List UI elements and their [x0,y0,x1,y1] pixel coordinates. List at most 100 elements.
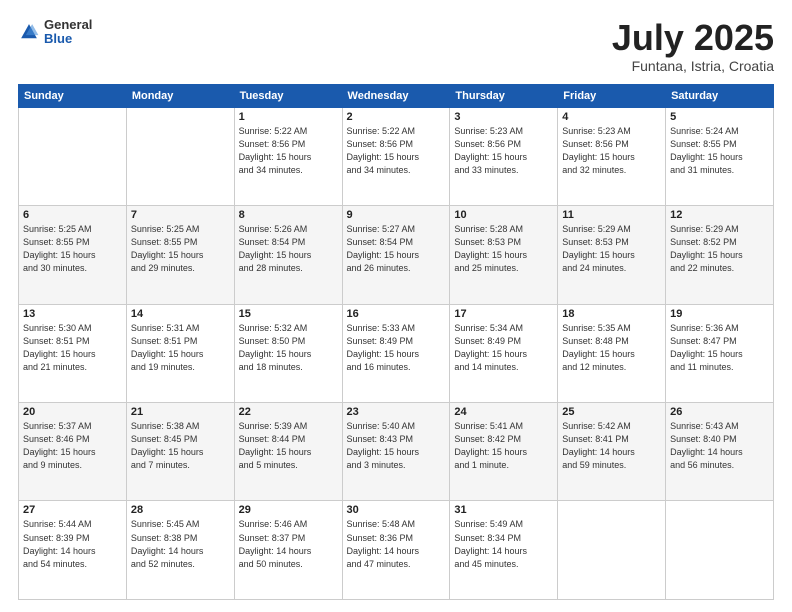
day-number: 14 [131,308,230,320]
col-sunday: Sunday [19,84,127,107]
day-info: Sunrise: 5:40 AMSunset: 8:43 PMDaylight:… [347,420,446,472]
day-number: 17 [454,308,553,320]
day-number: 23 [347,406,446,418]
calendar-cell: 25Sunrise: 5:42 AMSunset: 8:41 PMDayligh… [558,403,666,501]
day-number: 16 [347,308,446,320]
calendar-cell: 6 Sunrise: 5:25 AMSunset: 8:55 PMDaylight… [19,206,127,304]
header: General Blue July 2025 Funtana, Istria, … [18,18,774,74]
day-number: 18 [562,308,661,320]
calendar-cell: 23 Sunrise: 5:40 AMSunset: 8:43 PMDayligh… [342,403,450,501]
day-number: 11 [562,209,661,221]
col-thursday: Thursday [450,84,558,107]
day-number: 21 [131,406,230,418]
calendar-week-row: 20 Sunrise: 5:37 AMSunset: 8:46 PMDayligh… [19,403,774,501]
day-number: 12 [670,209,769,221]
calendar-cell: 16 Sunrise: 5:33 AMSunset: 8:49 PMDayligh… [342,304,450,402]
day-number: 6 [23,209,122,221]
day-info: Sunrise: 5:49 AMSunset: 8:34 PMDaylight:… [454,518,553,570]
day-info: Sunrise: 5:48 AMSunset: 8:36 PMDaylight:… [347,518,446,570]
day-info: Sunrise: 5:33 AMSunset: 8:49 PMDaylight:… [347,322,446,374]
day-info: Sunrise: 5:30 AMSunset: 8:51 PMDaylight:… [23,322,122,374]
day-info: Sunrise: 5:25 AMSunset: 8:55 PMDaylight:… [23,223,122,275]
calendar-week-row: 1Sunrise: 5:22 AMSunset: 8:56 PMDaylight… [19,107,774,205]
day-info: Sunrise: 5:36 AMSunset: 8:47 PMDaylight:… [670,322,769,374]
day-number: 24 [454,406,553,418]
calendar-cell: 2 Sunrise: 5:22 AMSunset: 8:56 PMDaylight… [342,107,450,205]
day-number: 5 [670,111,769,123]
logo-text: General Blue [44,18,92,47]
col-wednesday: Wednesday [342,84,450,107]
title-block: July 2025 Funtana, Istria, Croatia [612,18,774,74]
calendar-cell [19,107,127,205]
calendar-header-row: Sunday Monday Tuesday Wednesday Thursday… [19,84,774,107]
day-number: 10 [454,209,553,221]
logo-blue-text: Blue [44,32,92,46]
calendar-cell: 28 Sunrise: 5:45 AMSunset: 8:38 PMDayligh… [126,501,234,600]
logo: General Blue [18,18,92,47]
col-tuesday: Tuesday [234,84,342,107]
calendar-cell: 13 Sunrise: 5:30 AMSunset: 8:51 PMDayligh… [19,304,127,402]
day-info: Sunrise: 5:26 AMSunset: 8:54 PMDaylight:… [239,223,338,275]
day-number: 4 [562,111,661,123]
calendar-cell [558,501,666,600]
day-number: 28 [131,504,230,516]
day-info: Sunrise: 5:32 AMSunset: 8:50 PMDaylight:… [239,322,338,374]
day-info: Sunrise: 5:28 AMSunset: 8:53 PMDaylight:… [454,223,553,275]
calendar-cell: 27Sunrise: 5:44 AMSunset: 8:39 PMDayligh… [19,501,127,600]
day-number: 8 [239,209,338,221]
day-info: Sunrise: 5:35 AMSunset: 8:48 PMDaylight:… [562,322,661,374]
col-friday: Friday [558,84,666,107]
day-number: 9 [347,209,446,221]
calendar-cell: 11 Sunrise: 5:29 AMSunset: 8:53 PMDayligh… [558,206,666,304]
calendar-cell: 14 Sunrise: 5:31 AMSunset: 8:51 PMDayligh… [126,304,234,402]
calendar-cell: 3 Sunrise: 5:23 AMSunset: 8:56 PMDaylight… [450,107,558,205]
calendar-cell: 22Sunrise: 5:39 AMSunset: 8:44 PMDayligh… [234,403,342,501]
day-info: Sunrise: 5:24 AMSunset: 8:55 PMDaylight:… [670,125,769,177]
day-info: Sunrise: 5:31 AMSunset: 8:51 PMDaylight:… [131,322,230,374]
calendar-cell: 7Sunrise: 5:25 AMSunset: 8:55 PMDaylight… [126,206,234,304]
day-info: Sunrise: 5:23 AMSunset: 8:56 PMDaylight:… [454,125,553,177]
calendar-cell: 12Sunrise: 5:29 AMSunset: 8:52 PMDayligh… [666,206,774,304]
calendar-cell: 18 Sunrise: 5:35 AMSunset: 8:48 PMDayligh… [558,304,666,402]
logo-icon [18,21,40,43]
day-info: Sunrise: 5:39 AMSunset: 8:44 PMDaylight:… [239,420,338,472]
day-info: Sunrise: 5:45 AMSunset: 8:38 PMDaylight:… [131,518,230,570]
calendar-cell: 8 Sunrise: 5:26 AMSunset: 8:54 PMDaylight… [234,206,342,304]
calendar-cell: 15 Sunrise: 5:32 AMSunset: 8:50 PMDayligh… [234,304,342,402]
title-location: Funtana, Istria, Croatia [612,58,774,74]
calendar-week-row: 27Sunrise: 5:44 AMSunset: 8:39 PMDayligh… [19,501,774,600]
day-info: Sunrise: 5:37 AMSunset: 8:46 PMDaylight:… [23,420,122,472]
calendar-cell: 10 Sunrise: 5:28 AMSunset: 8:53 PMDayligh… [450,206,558,304]
day-info: Sunrise: 5:34 AMSunset: 8:49 PMDaylight:… [454,322,553,374]
calendar-cell: 20 Sunrise: 5:37 AMSunset: 8:46 PMDayligh… [19,403,127,501]
calendar-cell: 26Sunrise: 5:43 AMSunset: 8:40 PMDayligh… [666,403,774,501]
day-number: 31 [454,504,553,516]
day-number: 3 [454,111,553,123]
calendar-cell: 9Sunrise: 5:27 AMSunset: 8:54 PMDaylight… [342,206,450,304]
day-number: 25 [562,406,661,418]
day-info: Sunrise: 5:38 AMSunset: 8:45 PMDaylight:… [131,420,230,472]
calendar-cell: 24 Sunrise: 5:41 AMSunset: 8:42 PMDayligh… [450,403,558,501]
day-number: 30 [347,504,446,516]
calendar-cell: 1Sunrise: 5:22 AMSunset: 8:56 PMDaylight… [234,107,342,205]
calendar-cell: 19Sunrise: 5:36 AMSunset: 8:47 PMDayligh… [666,304,774,402]
calendar-cell: 17 Sunrise: 5:34 AMSunset: 8:49 PMDayligh… [450,304,558,402]
day-number: 13 [23,308,122,320]
calendar-cell [666,501,774,600]
day-info: Sunrise: 5:41 AMSunset: 8:42 PMDaylight:… [454,420,553,472]
day-info: Sunrise: 5:22 AMSunset: 8:56 PMDaylight:… [347,125,446,177]
calendar-cell: 21 Sunrise: 5:38 AMSunset: 8:45 PMDayligh… [126,403,234,501]
day-info: Sunrise: 5:43 AMSunset: 8:40 PMDaylight:… [670,420,769,472]
day-number: 29 [239,504,338,516]
day-info: Sunrise: 5:29 AMSunset: 8:53 PMDaylight:… [562,223,661,275]
day-info: Sunrise: 5:23 AMSunset: 8:56 PMDaylight:… [562,125,661,177]
day-number: 15 [239,308,338,320]
title-month: July 2025 [612,18,774,58]
calendar-week-row: 13 Sunrise: 5:30 AMSunset: 8:51 PMDayligh… [19,304,774,402]
logo-general-text: General [44,18,92,32]
calendar-week-row: 6 Sunrise: 5:25 AMSunset: 8:55 PMDaylight… [19,206,774,304]
calendar-cell: 30 Sunrise: 5:48 AMSunset: 8:36 PMDayligh… [342,501,450,600]
col-saturday: Saturday [666,84,774,107]
day-number: 2 [347,111,446,123]
day-number: 20 [23,406,122,418]
